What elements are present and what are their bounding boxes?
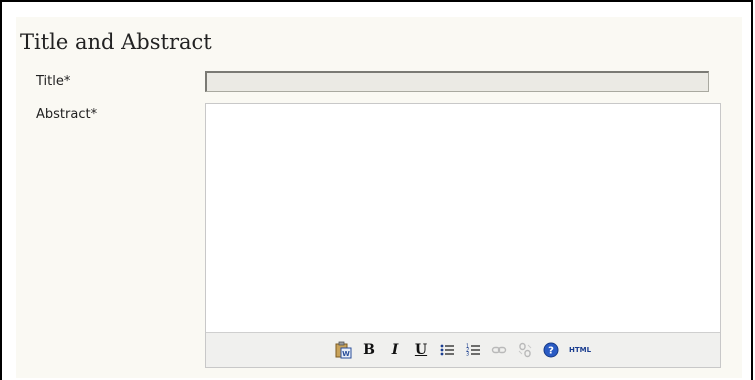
editor-toolbar: W B I U 1 2 3 ? HTML bbox=[206, 332, 720, 367]
paste-from-word-icon[interactable]: W bbox=[333, 340, 353, 360]
insert-link-icon[interactable] bbox=[489, 340, 509, 360]
bullet-list-icon[interactable] bbox=[437, 340, 457, 360]
abstract-editor-body[interactable] bbox=[206, 104, 720, 333]
italic-icon[interactable]: I bbox=[385, 340, 405, 360]
unlink-icon[interactable] bbox=[515, 340, 535, 360]
abstract-label: Abstract* bbox=[36, 107, 98, 122]
svg-text:3: 3 bbox=[466, 352, 469, 358]
html-source-icon[interactable]: HTML bbox=[567, 340, 593, 360]
title-input[interactable] bbox=[205, 71, 709, 92]
svg-text:W: W bbox=[342, 350, 350, 358]
abstract-editor[interactable]: W B I U 1 2 3 ? HTML bbox=[205, 103, 721, 368]
bold-icon[interactable]: B bbox=[359, 340, 379, 360]
underline-icon[interactable]: U bbox=[411, 340, 431, 360]
help-icon[interactable]: ? bbox=[541, 340, 561, 360]
title-label: Title* bbox=[36, 74, 71, 89]
numbered-list-icon[interactable]: 1 2 3 bbox=[463, 340, 483, 360]
window-frame: Title and Abstract Title* Abstract* W B … bbox=[0, 0, 753, 380]
section-heading: Title and Abstract bbox=[20, 30, 212, 54]
svg-text:?: ? bbox=[548, 346, 554, 357]
